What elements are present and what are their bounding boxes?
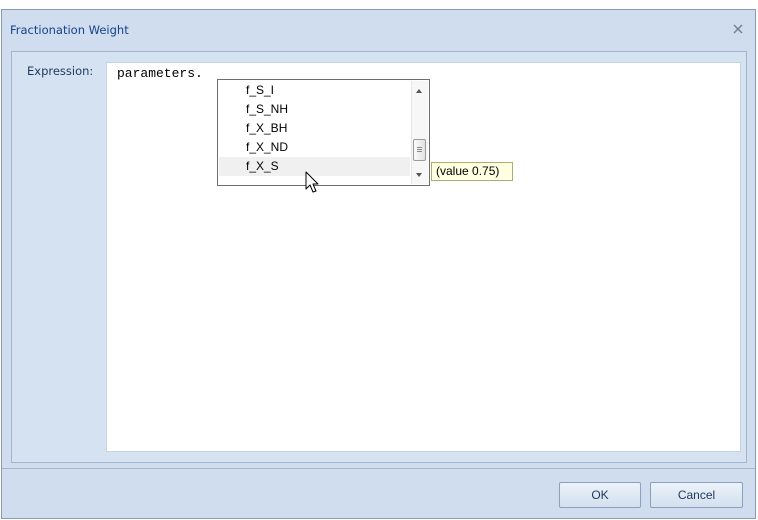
- ok-button[interactable]: OK: [559, 482, 641, 508]
- scroll-up-icon[interactable]: [416, 89, 422, 93]
- cancel-button[interactable]: Cancel: [650, 482, 743, 508]
- expression-text[interactable]: parameters.: [117, 66, 203, 81]
- value-tooltip: (value 0.75): [431, 162, 513, 181]
- autocomplete-item-f-s-nh[interactable]: f_S_NH: [219, 100, 410, 119]
- dialog-title: Fractionation Weight: [10, 23, 129, 37]
- autocomplete-item-f-s-i[interactable]: f_S_I: [219, 81, 410, 100]
- grip-line: [417, 149, 422, 150]
- grip-line: [417, 147, 422, 148]
- scroll-down-icon[interactable]: [416, 173, 422, 177]
- scrollbar-thumb[interactable]: [413, 139, 426, 161]
- grip-line: [417, 151, 422, 152]
- close-button[interactable]: [729, 20, 747, 38]
- autocomplete-item-f-x-nd[interactable]: f_X_ND: [219, 138, 410, 157]
- autocomplete-item-f-x-bh[interactable]: f_X_BH: [219, 119, 410, 138]
- mouse-pointer-icon: [305, 171, 319, 193]
- autocomplete-scrollbar[interactable]: [411, 81, 428, 184]
- expression-label: Expression:: [27, 64, 94, 78]
- title-bar: Fractionation Weight: [2, 10, 755, 49]
- footer-divider: [2, 468, 755, 469]
- autocomplete-list: f_S_I f_S_NH f_X_BH f_X_ND f_X_S: [219, 81, 410, 176]
- close-icon: [733, 24, 743, 34]
- autocomplete-popup: f_S_I f_S_NH f_X_BH f_X_ND f_X_S: [217, 79, 430, 186]
